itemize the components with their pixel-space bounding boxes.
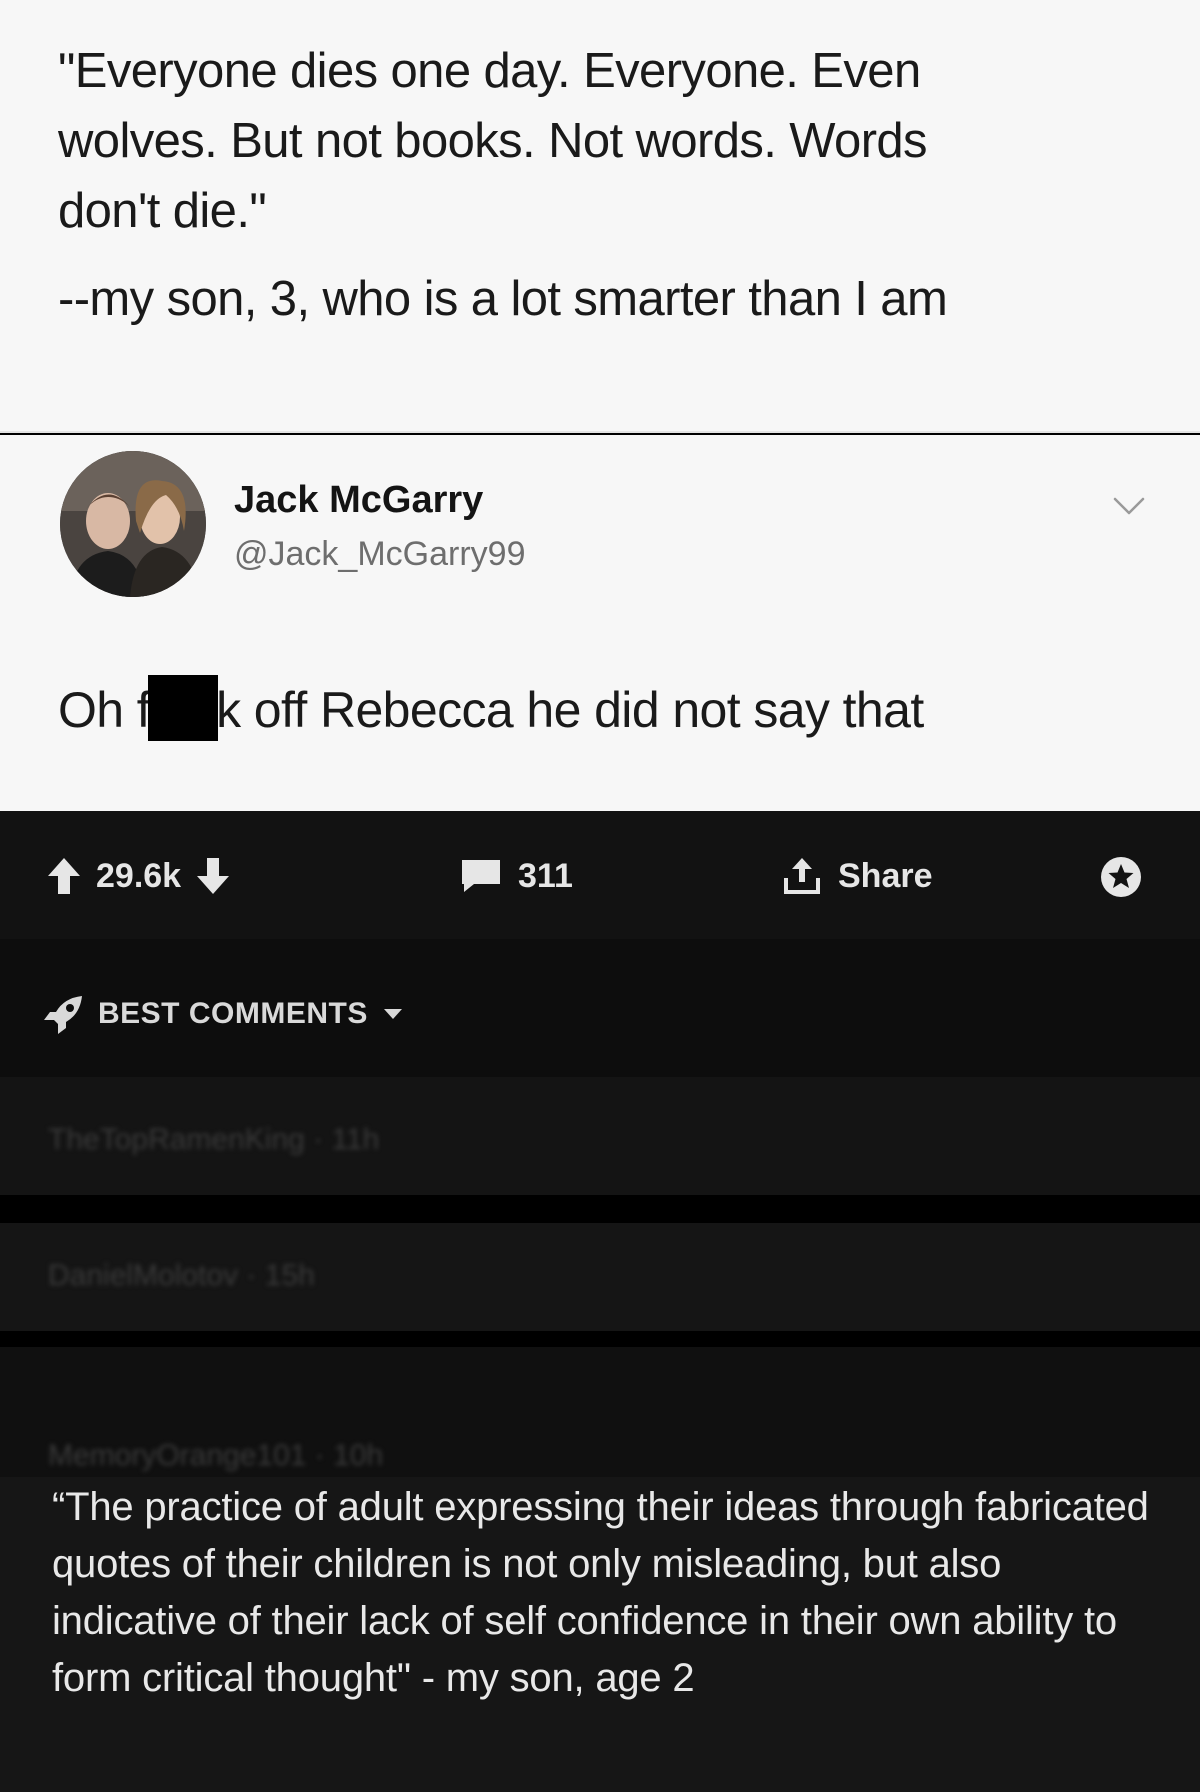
award-icon[interactable] bbox=[1098, 855, 1144, 899]
share-icon bbox=[784, 858, 820, 894]
caret-down-icon bbox=[383, 1009, 402, 1019]
comment-body: “The practice of adult expressing their … bbox=[52, 1485, 1149, 1700]
quoted-tweet: "Everyone dies one day. Everyone. Even w… bbox=[0, 0, 1200, 433]
avatar[interactable] bbox=[60, 451, 206, 597]
author-handle[interactable]: @Jack_McGarry99 bbox=[234, 535, 525, 574]
reply-text-start: Oh f bbox=[58, 682, 151, 738]
comment-meta: DanielMolotov · 15h bbox=[48, 1259, 315, 1292]
quote-line: don't die." bbox=[58, 184, 267, 238]
upvote-count: 29.6k bbox=[96, 856, 182, 895]
featured-comment: “The practice of adult expressing their … bbox=[0, 1477, 1200, 1792]
comment-meta: TheTopRamenKing · 11h bbox=[48, 1123, 380, 1156]
blurred-comments: TheTopRamenKing · 11h DanielMolotov · 15… bbox=[0, 1077, 1200, 1477]
upvote-arrow-icon[interactable] bbox=[46, 856, 82, 896]
comments-header: BEST COMMENTS bbox=[0, 939, 1200, 1077]
comments-button[interactable]: 311 bbox=[458, 854, 573, 898]
downvote-arrow-icon[interactable] bbox=[195, 856, 231, 896]
sort-label: BEST COMMENTS bbox=[98, 997, 368, 1030]
share-button[interactable]: Share bbox=[780, 854, 933, 898]
comment-row: TheTopRamenKing · 11h bbox=[0, 1077, 1200, 1195]
rocket-icon bbox=[44, 996, 82, 1034]
comment-row: DanielMolotov · 15h bbox=[0, 1223, 1200, 1331]
vote-group: 29.6k bbox=[46, 854, 231, 898]
comment-bubble-icon bbox=[462, 860, 500, 892]
post-action-bar: 29.6k 311 Share bbox=[0, 811, 1200, 939]
chevron-down-icon[interactable] bbox=[1112, 495, 1146, 517]
comment-row: MemoryOrange101 · 10h bbox=[0, 1347, 1200, 1477]
quote-text: "Everyone dies one day. Everyone. Even w… bbox=[58, 36, 1158, 334]
quote-line: wolves. But not books. Not words. Words bbox=[58, 114, 928, 168]
quote-attribution: --my son, 3, who is a lot smarter than I… bbox=[58, 272, 948, 326]
quote-line: "Everyone dies one day. Everyone. Even bbox=[58, 44, 921, 98]
reply-tweet: Jack McGarry @Jack_McGarry99 Oh f k off R… bbox=[0, 435, 1200, 811]
comment-meta: MemoryOrange101 · 10h bbox=[48, 1439, 384, 1472]
sort-dropdown[interactable]: BEST COMMENTS bbox=[42, 994, 404, 1034]
reply-text-end: k off Rebecca he did not say that bbox=[216, 682, 924, 738]
author-name[interactable]: Jack McGarry bbox=[234, 479, 483, 522]
share-label: Share bbox=[838, 856, 933, 895]
reply-text: Oh f k off Rebecca he did not say that bbox=[58, 675, 924, 741]
censor-bar bbox=[148, 675, 219, 741]
comment-count: 311 bbox=[518, 856, 573, 895]
